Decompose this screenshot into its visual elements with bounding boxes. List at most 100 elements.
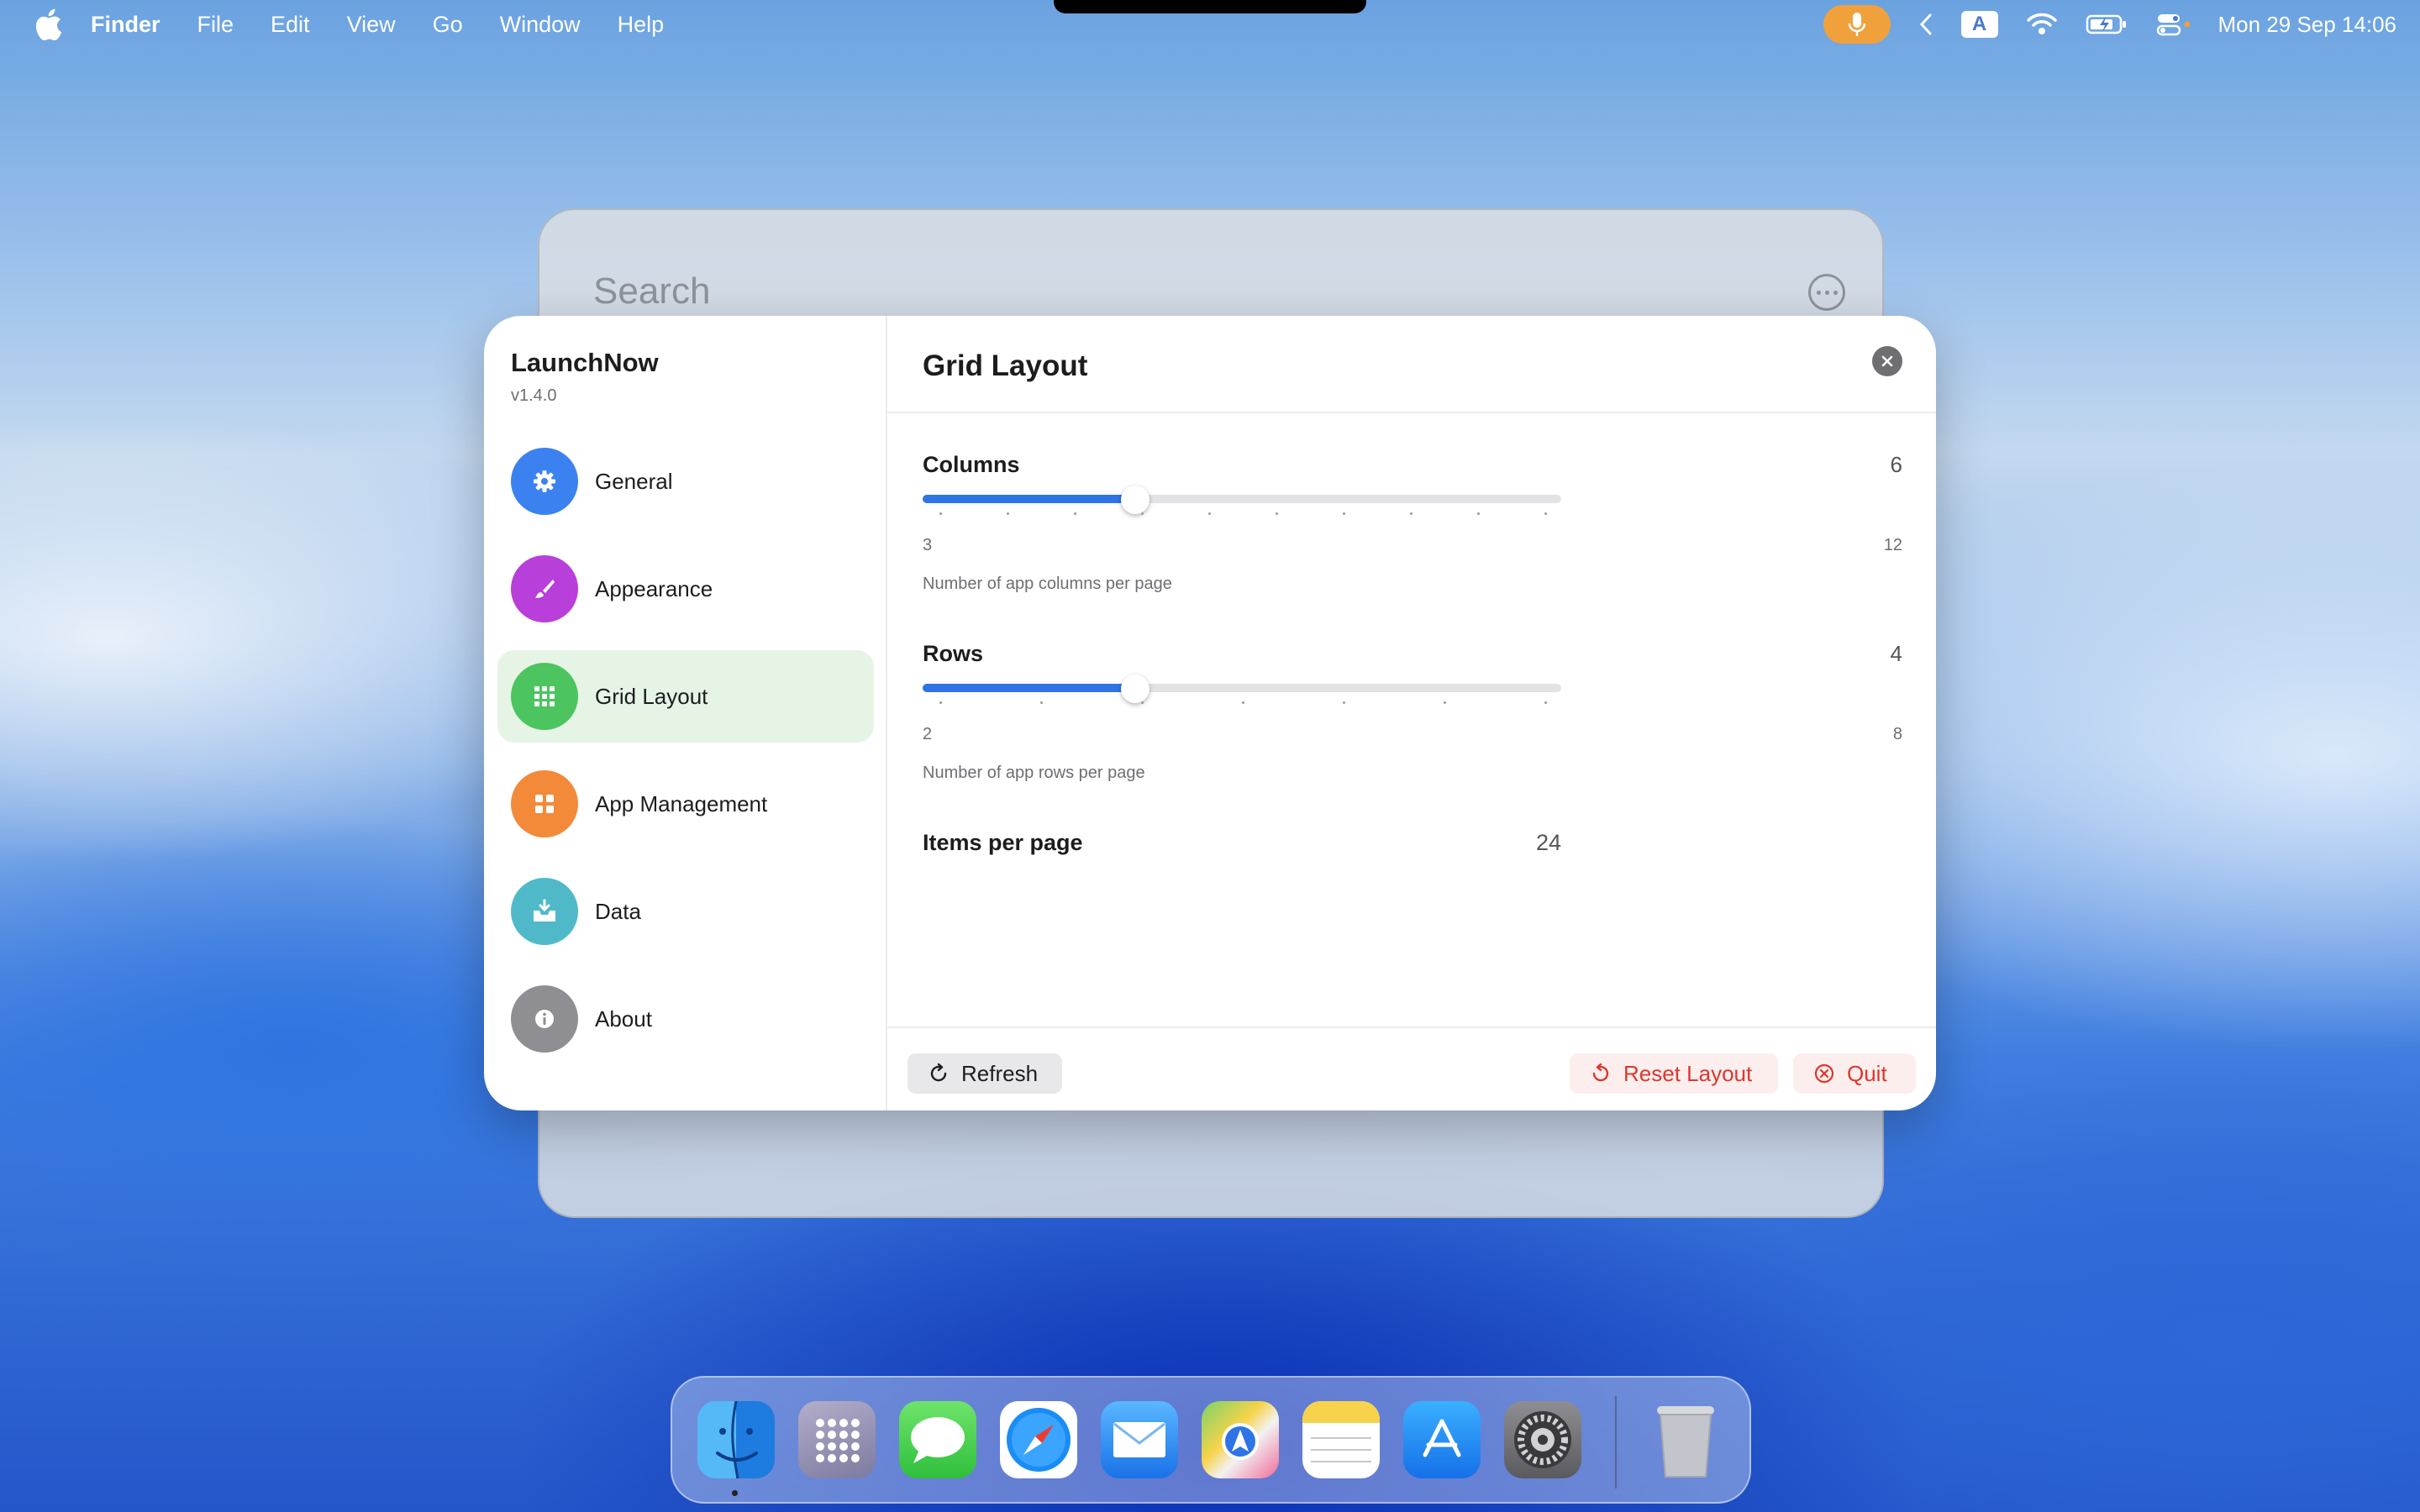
keyboard-input-icon[interactable]: A: [1960, 11, 1998, 38]
panel-header: Grid Layout: [887, 316, 1936, 413]
slider-fill: [923, 495, 1135, 503]
slider-tick: [1343, 512, 1345, 515]
columns-max: 12: [1883, 536, 1902, 554]
sidebar-item-appearance[interactable]: Appearance: [497, 543, 874, 635]
slider-tick: [1007, 512, 1009, 515]
dock-system-settings-icon[interactable]: [1504, 1401, 1581, 1478]
dock-messages-icon[interactable]: [899, 1401, 976, 1478]
quit-button[interactable]: Quit: [1793, 1053, 1916, 1094]
slider-thumb[interactable]: [1121, 675, 1150, 703]
sidebar-item-grid-layout[interactable]: Grid Layout: [497, 650, 874, 743]
dock-mail-icon[interactable]: [1101, 1401, 1178, 1478]
running-indicator: [732, 1490, 738, 1496]
refresh-button[interactable]: Refresh: [908, 1053, 1062, 1094]
columns-label: Columns: [923, 452, 1020, 477]
slider-tick: [1141, 512, 1144, 515]
slider-tick: [1208, 512, 1211, 515]
circle-x-icon: [1813, 1063, 1835, 1084]
slider-tick: [939, 512, 942, 515]
chevron-left-icon[interactable]: [1919, 13, 1933, 35]
refresh-label: Refresh: [961, 1060, 1039, 1086]
quit-label: Quit: [1847, 1060, 1887, 1086]
dock-separator: [1615, 1396, 1617, 1488]
apps-icon: [511, 770, 578, 837]
dock-safari-icon[interactable]: [1000, 1401, 1077, 1478]
rows-value: 4: [1890, 641, 1902, 666]
columns-slider[interactable]: [923, 484, 1561, 517]
slider-tick: [1040, 701, 1043, 704]
slider-fill: [923, 684, 1135, 692]
reset-layout-button[interactable]: Reset Layout: [1570, 1053, 1778, 1094]
settings-panel: Grid Layout Columns 6 3 12 Number of app…: [887, 316, 1936, 1110]
battery-icon[interactable]: [2086, 13, 2128, 35]
rows-label: Rows: [923, 641, 984, 666]
close-button[interactable]: [1872, 346, 1902, 376]
sidebar-item-label: General: [595, 468, 673, 494]
sidebar-item-about[interactable]: About: [497, 973, 874, 1065]
dock-launchpad-icon[interactable]: [798, 1401, 876, 1478]
slider-thumb[interactable]: [1121, 486, 1150, 514]
rows-description: Number of app rows per page: [923, 764, 1145, 782]
gear-icon: [511, 448, 578, 515]
sidebar-item-general[interactable]: General: [497, 435, 874, 528]
apple-logo-icon[interactable]: [34, 8, 62, 40]
rows-min: 2: [923, 725, 933, 743]
wifi-icon[interactable]: [2026, 13, 2057, 36]
tray-download-icon: [511, 878, 578, 945]
dock-trash-icon[interactable]: [1647, 1401, 1724, 1478]
microphone-icon[interactable]: [1823, 5, 1891, 44]
dock-notes-icon[interactable]: [1302, 1401, 1380, 1478]
app-version: v1.4.0: [511, 386, 557, 405]
slider-tick: [1242, 701, 1244, 704]
settings-sidebar: LaunchNow v1.4.0 General Appearance Grid…: [484, 316, 887, 1110]
launcher-search-input[interactable]: Search: [593, 270, 710, 312]
menu-app-name[interactable]: Finder: [91, 12, 160, 38]
menu-bar: Finder File Edit View Go Window Help A M…: [0, 0, 2420, 49]
panel-title: Grid Layout: [923, 349, 1088, 382]
settings-dialog: LaunchNow v1.4.0 General Appearance Grid…: [484, 316, 1936, 1110]
sidebar-item-label: App Management: [595, 790, 768, 816]
sidebar-item-label: Appearance: [595, 575, 713, 601]
refresh-icon: [928, 1063, 950, 1084]
menu-edit[interactable]: Edit: [271, 12, 310, 38]
dock-finder-icon[interactable]: [697, 1401, 775, 1478]
menu-go[interactable]: Go: [433, 12, 463, 38]
control-center-icon[interactable]: [2156, 13, 2190, 36]
slider-tick: [1444, 701, 1446, 704]
menu-clock[interactable]: Mon 29 Sep 14:06: [2218, 12, 2397, 38]
panel-footer: Refresh Reset Layout Quit: [887, 1026, 1936, 1110]
dock-maps-icon[interactable]: [1202, 1401, 1279, 1478]
slider-tick: [1276, 512, 1278, 515]
sidebar-item-app-management[interactable]: App Management: [497, 758, 874, 850]
status-area: A Mon 29 Sep 14:06: [1795, 0, 2397, 49]
items-per-page-label: Items per page: [923, 830, 1083, 855]
columns-value: 6: [1890, 452, 1902, 477]
slider-tick: [1477, 512, 1480, 515]
columns-min: 3: [923, 536, 933, 554]
sidebar-item-label: About: [595, 1005, 652, 1032]
items-per-page-value: 24: [1535, 830, 1561, 855]
menu-file[interactable]: File: [197, 12, 234, 38]
close-icon: [1881, 355, 1893, 367]
dock-app-store-icon[interactable]: [1403, 1401, 1481, 1478]
slider-tick: [1410, 512, 1413, 515]
dock: [671, 1376, 1751, 1504]
rows-slider[interactable]: [923, 673, 1561, 706]
slider-tick: [1074, 512, 1076, 515]
menu-window[interactable]: Window: [500, 12, 581, 38]
rows-max: 8: [1892, 725, 1902, 743]
app-title: LaunchNow: [511, 348, 659, 377]
menu-view[interactable]: View: [347, 12, 396, 38]
slider-tick: [1343, 701, 1345, 704]
menu-help[interactable]: Help: [618, 12, 665, 38]
grid-icon: [511, 663, 578, 730]
slider-tick: [939, 701, 942, 704]
slider-tick: [1141, 701, 1144, 704]
reset-icon: [1590, 1063, 1612, 1084]
info-icon: [511, 985, 578, 1053]
more-options-icon[interactable]: [1808, 274, 1845, 311]
sidebar-item-label: Data: [595, 898, 641, 924]
columns-description: Number of app columns per page: [923, 575, 1172, 593]
sidebar-item-data[interactable]: Data: [497, 865, 874, 958]
slider-tick: [1544, 512, 1547, 515]
